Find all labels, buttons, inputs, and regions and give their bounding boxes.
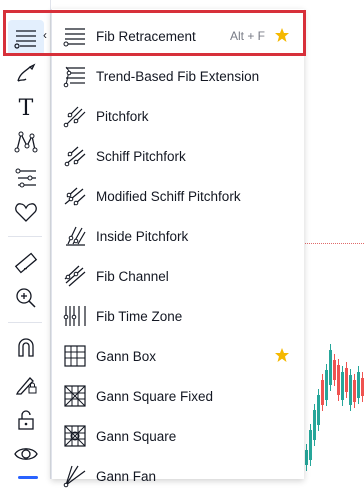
menu-item-schiff-pitchfork[interactable]: Schiff Pitchfork — [52, 136, 304, 176]
prediction-icon — [15, 168, 36, 188]
magnet-button[interactable] — [8, 330, 44, 366]
menu-item-label: Fib Time Zone — [96, 308, 183, 324]
zoom-in-button[interactable] — [8, 280, 44, 316]
candle — [357, 366, 360, 404]
zoom-in-icon — [16, 288, 36, 308]
menu-item-modified-schiff-pitchfork[interactable]: Modified Schiff Pitchfork — [52, 176, 304, 216]
trend-fib-extension-icon — [62, 63, 88, 89]
favorites-button[interactable] — [8, 194, 44, 230]
lock-icon — [18, 410, 34, 430]
text-icon: T — [18, 95, 34, 121]
chart-area[interactable] — [303, 0, 364, 479]
menu-item-label: Gann Square — [96, 428, 177, 444]
gann-fan-icon — [62, 463, 88, 489]
gann-square-icon — [62, 423, 88, 449]
menu-item-label: Modified Schiff Pitchfork — [96, 188, 241, 204]
menu-item-gann-square[interactable]: Gann Square — [52, 416, 304, 456]
brush-icon — [17, 63, 36, 82]
candle — [305, 444, 308, 471]
hide-drawings-button[interactable] — [8, 436, 44, 472]
eye-icon — [14, 448, 38, 460]
candle — [341, 366, 344, 406]
menu-item-label: Schiff Pitchfork — [96, 148, 186, 164]
menu-item-label: Inside Pitchfork — [96, 228, 189, 244]
menu-item-gann-box[interactable]: Gann Box — [52, 336, 304, 376]
magnet-icon — [18, 338, 34, 357]
candle — [321, 374, 324, 411]
inside-pitchfork-icon — [62, 223, 88, 249]
fib-time-zone-icon — [62, 303, 88, 329]
menu-item-label: Fib Channel — [96, 268, 169, 284]
favorite-star-icon[interactable] — [274, 347, 290, 363]
lock-drawing-button[interactable] — [8, 366, 44, 402]
menu-item-label: Pitchfork — [96, 108, 149, 124]
candle — [317, 389, 320, 431]
fib-tools-menu: Fib Retracement Alt + F Trend-Based Fib … — [51, 9, 304, 488]
pattern-icon — [14, 131, 38, 153]
menu-item-label: Trend-Based Fib Extension — [96, 68, 260, 84]
candle — [309, 424, 312, 466]
menu-item-gann-square-fixed[interactable]: Gann Square Fixed — [52, 376, 304, 416]
candlestick-chart — [305, 344, 364, 471]
menu-item-fib-time-zone[interactable]: Fib Time Zone — [52, 296, 304, 336]
gann-square-fixed-icon — [62, 383, 88, 409]
measure-button[interactable] — [8, 245, 44, 281]
candle — [349, 369, 352, 411]
lock-drawing-icon — [15, 377, 37, 395]
candle — [337, 359, 340, 401]
menu-item-fib-channel[interactable]: Fib Channel — [52, 256, 304, 296]
menu-item-pitchfork[interactable]: Pitchfork — [52, 96, 304, 136]
menu-item-inside-pitchfork[interactable]: Inside Pitchfork — [52, 216, 304, 256]
menu-item-label: Gann Box — [96, 348, 157, 364]
toolbar-divider — [8, 322, 42, 323]
candle — [333, 354, 336, 386]
toolbar-divider — [8, 236, 42, 237]
drawing-toolbar: ‹ T — [0, 0, 51, 479]
price-line — [303, 243, 364, 244]
text-tool-button[interactable]: T — [8, 90, 44, 126]
fib-channel-icon — [62, 263, 88, 289]
schiff-pitchfork-icon — [62, 143, 88, 169]
menu-item-trend-based-fib-extension[interactable]: Trend-Based Fib Extension — [52, 56, 304, 96]
pitchfork-icon — [62, 103, 88, 129]
lock-all-button[interactable] — [8, 402, 44, 438]
modified-schiff-pitchfork-icon — [62, 183, 88, 209]
heart-icon — [15, 203, 37, 222]
prediction-button[interactable] — [8, 160, 44, 196]
candle — [329, 344, 332, 391]
menu-item-gann-fan[interactable]: Gann Fan — [52, 456, 304, 496]
highlight-box — [3, 10, 306, 56]
candle — [353, 374, 356, 408]
pattern-button[interactable] — [8, 124, 44, 160]
gann-box-icon — [62, 343, 88, 369]
ruler-icon — [14, 252, 38, 274]
candle — [325, 364, 328, 406]
menu-item-label: Gann Fan — [96, 468, 157, 484]
brush-button[interactable] — [8, 55, 44, 91]
menu-item-label: Gann Square Fixed — [96, 388, 214, 404]
candle — [345, 362, 348, 398]
candle — [313, 404, 316, 446]
